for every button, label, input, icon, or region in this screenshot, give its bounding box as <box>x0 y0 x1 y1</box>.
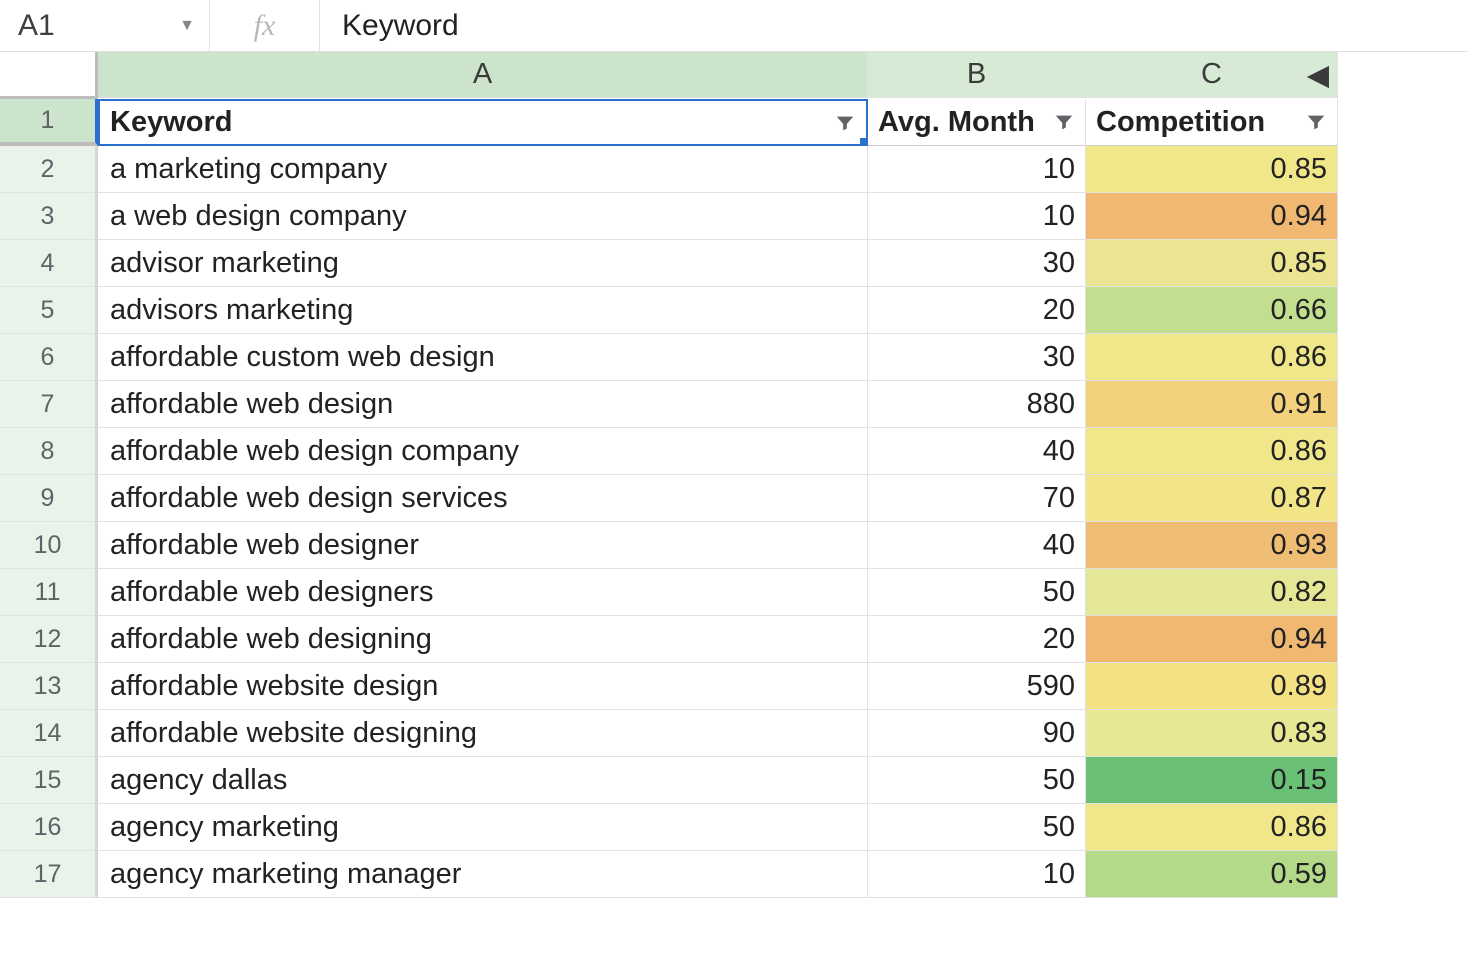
cell-b15[interactable]: 50 <box>868 757 1086 804</box>
name-box-value: A1 <box>18 9 55 43</box>
cell-b7[interactable]: 880 <box>868 381 1086 428</box>
cell-c5[interactable]: 0.66 <box>1086 287 1338 334</box>
cell-c9[interactable]: 0.87 <box>1086 475 1338 522</box>
name-box[interactable]: A1 ▼ <box>0 0 210 51</box>
row-header-6[interactable]: 6 <box>0 334 98 381</box>
caret-left-icon[interactable]: ◀ <box>1307 57 1329 92</box>
cell-b10[interactable]: 40 <box>868 522 1086 569</box>
formula-bar: A1 ▼ fx Keyword <box>0 0 1468 52</box>
row-header-10[interactable]: 10 <box>0 522 98 569</box>
row-header-14[interactable]: 14 <box>0 710 98 757</box>
cell-a9[interactable]: affordable web design services <box>98 475 868 522</box>
cell-a14[interactable]: affordable website designing <box>98 710 868 757</box>
cell-a5[interactable]: advisors marketing <box>98 287 868 334</box>
cell-b12[interactable]: 20 <box>868 616 1086 663</box>
column-header-b[interactable]: B <box>868 52 1086 98</box>
cell-a1[interactable]: Keyword <box>98 99 868 146</box>
cell-c8[interactable]: 0.86 <box>1086 428 1338 475</box>
cell-b3[interactable]: 10 <box>868 193 1086 240</box>
cell-b2[interactable]: 10 <box>868 146 1086 193</box>
cell-b13[interactable]: 590 <box>868 663 1086 710</box>
row-header-17[interactable]: 17 <box>0 851 98 898</box>
cell-b1[interactable]: Avg. Month <box>868 99 1086 146</box>
cell-a3[interactable]: a web design company <box>98 193 868 240</box>
spreadsheet-grid: A B C ◀ 1 Keyword Avg. Month Competition… <box>0 52 1468 898</box>
column-header-a[interactable]: A <box>98 52 868 98</box>
cell-c10[interactable]: 0.93 <box>1086 522 1338 569</box>
cell-c11[interactable]: 0.82 <box>1086 569 1338 616</box>
cell-c4[interactable]: 0.85 <box>1086 240 1338 287</box>
cell-c14[interactable]: 0.83 <box>1086 710 1338 757</box>
cell-a11[interactable]: affordable web designers <box>98 569 868 616</box>
row-header-9[interactable]: 9 <box>0 475 98 522</box>
row-header-3[interactable]: 3 <box>0 193 98 240</box>
formula-input[interactable]: Keyword <box>320 9 1468 43</box>
row-header-11[interactable]: 11 <box>0 569 98 616</box>
row-header-1[interactable]: 1 <box>0 99 98 146</box>
cell-a10[interactable]: affordable web designer <box>98 522 868 569</box>
row-header-5[interactable]: 5 <box>0 287 98 334</box>
cell-a2[interactable]: a marketing company <box>98 146 868 193</box>
header-keyword: Keyword <box>110 106 834 139</box>
filter-icon[interactable] <box>1053 111 1075 133</box>
cell-a12[interactable]: affordable web designing <box>98 616 868 663</box>
cell-c6[interactable]: 0.86 <box>1086 334 1338 381</box>
cell-b11[interactable]: 50 <box>868 569 1086 616</box>
cell-a4[interactable]: advisor marketing <box>98 240 868 287</box>
cell-c12[interactable]: 0.94 <box>1086 616 1338 663</box>
cell-a6[interactable]: affordable custom web design <box>98 334 868 381</box>
cell-c13[interactable]: 0.89 <box>1086 663 1338 710</box>
filter-icon[interactable] <box>834 112 856 134</box>
cell-c3[interactable]: 0.94 <box>1086 193 1338 240</box>
row-header-12[interactable]: 12 <box>0 616 98 663</box>
column-header-c[interactable]: C ◀ <box>1086 52 1338 98</box>
cell-b14[interactable]: 90 <box>868 710 1086 757</box>
cell-b6[interactable]: 30 <box>868 334 1086 381</box>
row-header-13[interactable]: 13 <box>0 663 98 710</box>
cell-a17[interactable]: agency marketing manager <box>98 851 868 898</box>
row-header-2[interactable]: 2 <box>0 146 98 193</box>
fx-label[interactable]: fx <box>210 0 320 51</box>
row-header-16[interactable]: 16 <box>0 804 98 851</box>
row-header-4[interactable]: 4 <box>0 240 98 287</box>
select-all-corner[interactable] <box>0 52 98 99</box>
cell-b5[interactable]: 20 <box>868 287 1086 334</box>
cell-b9[interactable]: 70 <box>868 475 1086 522</box>
cell-a16[interactable]: agency marketing <box>98 804 868 851</box>
header-comp: Competition <box>1096 106 1305 139</box>
cell-b16[interactable]: 50 <box>868 804 1086 851</box>
cell-c16[interactable]: 0.86 <box>1086 804 1338 851</box>
cell-b8[interactable]: 40 <box>868 428 1086 475</box>
header-avg: Avg. Month <box>878 106 1053 139</box>
chevron-down-icon[interactable]: ▼ <box>179 17 195 35</box>
cell-a13[interactable]: affordable website design <box>98 663 868 710</box>
cell-a8[interactable]: affordable web design company <box>98 428 868 475</box>
cell-c1[interactable]: Competition <box>1086 99 1338 146</box>
cell-a15[interactable]: agency dallas <box>98 757 868 804</box>
cell-c15[interactable]: 0.15 <box>1086 757 1338 804</box>
cell-c7[interactable]: 0.91 <box>1086 381 1338 428</box>
row-header-15[interactable]: 15 <box>0 757 98 804</box>
cell-b17[interactable]: 10 <box>868 851 1086 898</box>
filter-icon[interactable] <box>1305 111 1327 133</box>
cell-a7[interactable]: affordable web design <box>98 381 868 428</box>
cell-c17[interactable]: 0.59 <box>1086 851 1338 898</box>
cell-b4[interactable]: 30 <box>868 240 1086 287</box>
cell-c2[interactable]: 0.85 <box>1086 146 1338 193</box>
row-header-8[interactable]: 8 <box>0 428 98 475</box>
row-header-7[interactable]: 7 <box>0 381 98 428</box>
